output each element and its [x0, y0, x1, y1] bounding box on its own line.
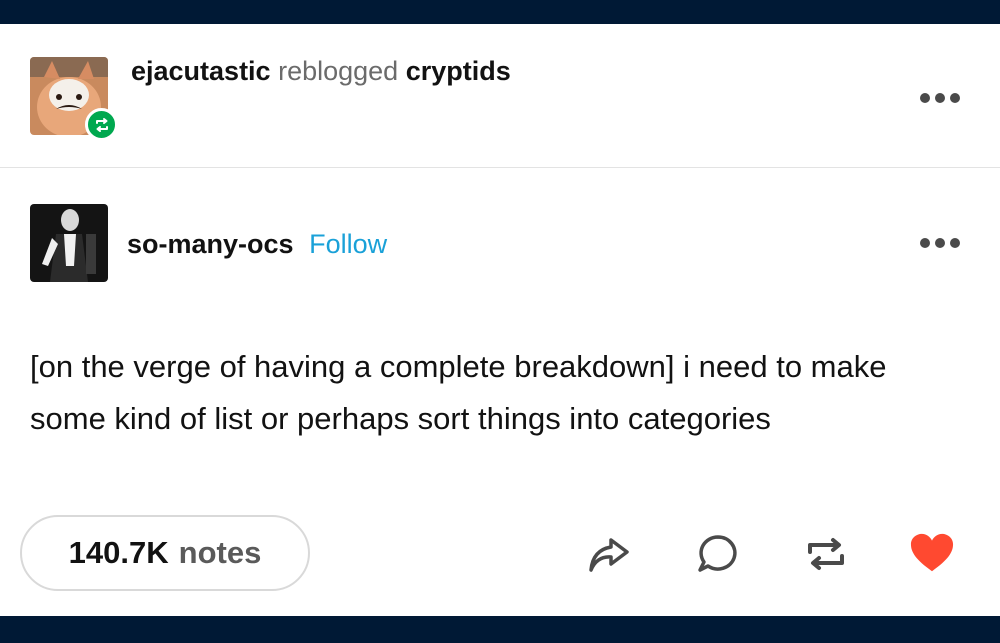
- post-card: ejacutastic reblogged cryptids so-many-o…: [0, 24, 1000, 616]
- reblog-badge-icon: [85, 108, 118, 141]
- post-author-line: so-many-ocs Follow: [127, 228, 387, 260]
- post-more-icon[interactable]: [920, 236, 960, 250]
- reblog-verb: reblogged: [278, 56, 399, 86]
- post-author-username[interactable]: so-many-ocs: [127, 229, 294, 259]
- like-icon[interactable]: [910, 532, 954, 576]
- comment-icon[interactable]: [696, 532, 740, 576]
- notes-label: notes: [178, 535, 262, 570]
- post-body-text: [on the verge of having a complete break…: [30, 349, 887, 436]
- reblog-source-username[interactable]: cryptids: [406, 56, 511, 86]
- share-icon[interactable]: [587, 532, 631, 576]
- reblog-more-icon[interactable]: [920, 91, 960, 105]
- author-avatar[interactable]: [30, 204, 108, 282]
- notes-button[interactable]: 140.7K notes: [20, 515, 310, 591]
- notes-count: 140.7K: [68, 535, 169, 570]
- post-header: so-many-ocs Follow: [0, 202, 1000, 284]
- reblog-icon[interactable]: [804, 532, 848, 576]
- reblog-attribution: ejacutastic reblogged cryptids: [131, 55, 511, 87]
- reblog-header: ejacutastic reblogged cryptids: [0, 24, 1000, 168]
- reblogger-username[interactable]: ejacutastic: [131, 56, 271, 86]
- follow-button[interactable]: Follow: [309, 229, 387, 259]
